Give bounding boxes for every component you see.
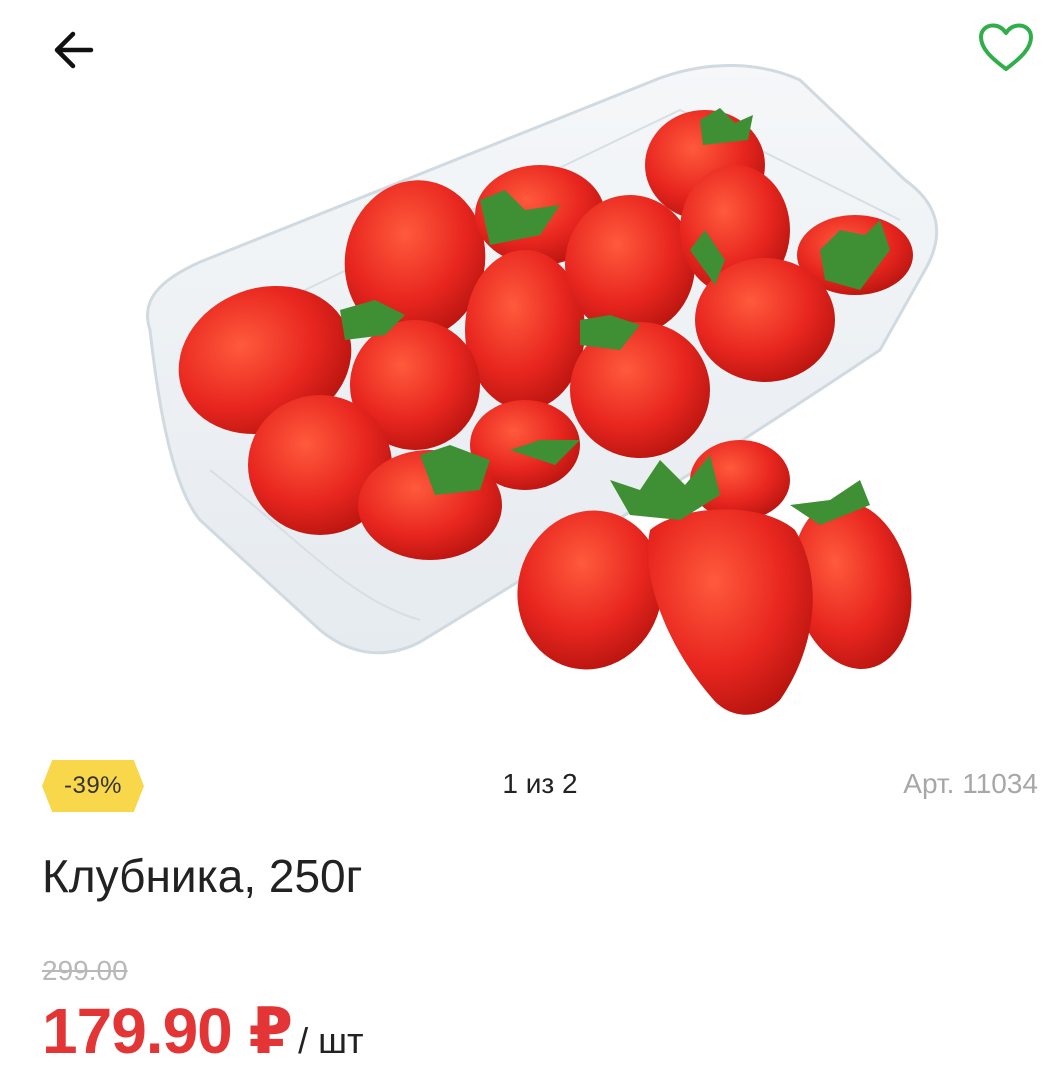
article-number: Арт. 11034	[903, 768, 1038, 799]
price-row: 179.90 ₽ / шт	[42, 994, 363, 1074]
price-unit: / шт	[298, 1020, 364, 1061]
current-price: 179.90 ₽	[42, 995, 293, 1067]
product-title: Клубника, 250г	[42, 850, 363, 902]
old-price: 299.00	[42, 955, 128, 986]
discount-badge: -39%	[42, 760, 144, 812]
image-pager: 1 из 2	[502, 768, 578, 799]
product-image	[145, 63, 939, 715]
product-image-gallery[interactable]: -39%	[0, 60, 1062, 812]
